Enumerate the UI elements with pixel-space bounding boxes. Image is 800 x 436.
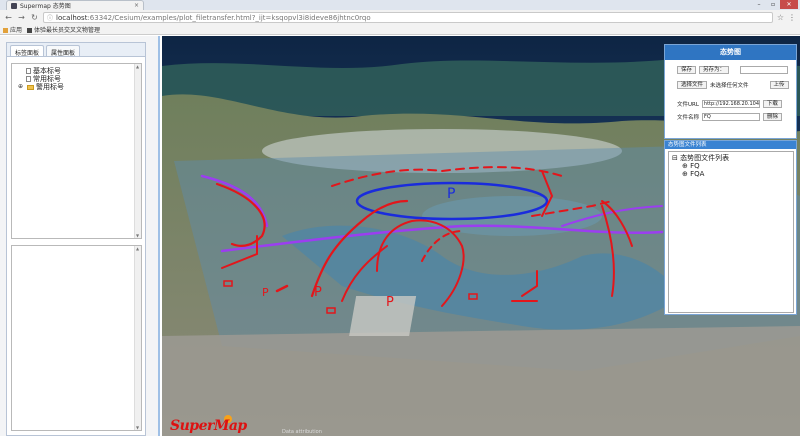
plot-label-p: P	[314, 285, 322, 300]
window-controls: – ▫ ✕	[752, 0, 798, 9]
bookmark-item[interactable]: 体验最长员交叉文物管理	[27, 25, 100, 34]
file-list-panel: 态势图文件列表 ⊟ 态势图文件列表 ⊕ FQ ⊕ FQA	[664, 140, 797, 315]
file-list-item-fqa[interactable]: ⊕ FQA	[672, 170, 790, 178]
bookmarks-bar: 应用 体验最长员交叉文物管理	[0, 25, 800, 35]
address-bar[interactable]: ⓘ localhost:63342/Cesium/examples/plot_f…	[43, 12, 773, 23]
tab-title: Supermap 态势图	[20, 3, 71, 10]
save-as-button[interactable]: 另存为：	[699, 66, 730, 74]
tree-item-label: 常用标号	[33, 75, 61, 83]
page-info-icon[interactable]: ⓘ	[47, 13, 53, 22]
file-list-item-fq[interactable]: ⊕ FQ	[672, 162, 790, 170]
supermap-logo: SuperMap	[170, 418, 247, 434]
symbol-detail-scrollbar[interactable]	[134, 246, 141, 430]
symbol-panel: 标签面板 属性面板 基本标号 常用标号 ⊕ 警用标号	[6, 42, 146, 436]
no-file-text: 未选择任何文件	[710, 83, 749, 89]
situation-dialog: 态势图 保存 另存为： 选择文件 未选择任何文件 上传 文件URL http:/…	[664, 44, 797, 139]
left-panel: 标签面板 属性面板 基本标号 常用标号 ⊕ 警用标号	[0, 36, 160, 436]
url-host: localhost	[56, 13, 88, 22]
plot-label-p: P	[262, 286, 269, 299]
file-name-label: 文件名称	[677, 115, 700, 121]
save-button[interactable]: 保存	[677, 66, 697, 74]
port-area	[349, 296, 417, 336]
browser-titlebar: Supermap 态势图 × – ▫ ✕	[0, 0, 800, 10]
left-panel-tabs: 标签面板 属性面板	[7, 43, 145, 57]
file-list-root[interactable]: ⊟ 态势图文件列表	[672, 154, 790, 162]
file-url-input[interactable]: http://192.168.20.104:8080	[701, 100, 760, 108]
forward-icon[interactable]: →	[17, 13, 26, 22]
filename-row: 文件名称 FQ 删除	[677, 113, 783, 121]
file-url-label: 文件URL	[677, 102, 699, 108]
tab-close-icon[interactable]: ×	[134, 2, 139, 9]
back-icon[interactable]: ←	[4, 13, 13, 22]
file-list-tree: ⊟ 态势图文件列表 ⊕ FQ ⊕ FQA	[668, 151, 794, 313]
tab-symbol-panel[interactable]: 标签面板	[10, 45, 45, 57]
save-as-input[interactable]	[740, 66, 789, 74]
file-name-input[interactable]: FQ	[702, 113, 761, 121]
symbol-detail-box	[11, 245, 142, 431]
page-favicon-icon	[11, 2, 17, 9]
tree-item-basic[interactable]: 基本标号	[18, 67, 141, 75]
minimize-icon[interactable]: –	[752, 0, 766, 9]
document-icon	[26, 76, 31, 82]
bookmark-icon	[27, 28, 33, 33]
tree-item-label: 警用标号	[36, 83, 64, 91]
upload-row: 选择文件 未选择任何文件 上传	[677, 81, 789, 89]
file-list-item-label: FQA	[690, 170, 705, 178]
file-list-item-label: FQ	[690, 162, 700, 170]
url-text: localhost:63342/Cesium/examples/plot_fil…	[56, 14, 371, 22]
upload-button[interactable]: 上传	[769, 81, 789, 89]
choose-file-button[interactable]: 选择文件	[677, 81, 708, 89]
tab-attribute-panel[interactable]: 属性面板	[46, 45, 81, 57]
expand-icon[interactable]: ⊕	[682, 170, 688, 178]
tree-item-police[interactable]: ⊕ 警用标号	[18, 83, 141, 91]
plot-label-p: P	[447, 186, 455, 202]
collapse-icon[interactable]: ⊟	[672, 154, 678, 162]
bookmark-item-label: 体验最长员交叉文物管理	[34, 27, 101, 34]
maximize-icon[interactable]: ▫	[766, 0, 780, 9]
url-path: :63342/Cesium/examples/plot_filetransfer…	[87, 13, 371, 22]
expand-icon[interactable]: ⊕	[682, 162, 688, 170]
tree-item-label: 基本标号	[33, 67, 61, 75]
bookmark-apps[interactable]: 应用	[3, 25, 22, 34]
symbol-tree: 基本标号 常用标号 ⊕ 警用标号	[11, 63, 142, 239]
reload-icon[interactable]: ↻	[30, 13, 39, 22]
plot-label-p: P	[386, 295, 394, 310]
tree-item-common[interactable]: 常用标号	[18, 75, 141, 83]
url-row: 文件URL http://192.168.20.104:8080 下载	[677, 100, 782, 108]
dialog-title: 态势图	[665, 45, 796, 60]
apps-icon	[3, 28, 8, 33]
expand-icon[interactable]: ⊕	[18, 83, 25, 91]
file-list-root-label: 态势图文件列表	[680, 154, 730, 162]
bookmark-apps-label: 应用	[10, 27, 23, 34]
folder-icon	[27, 84, 34, 90]
document-icon	[26, 68, 31, 74]
delete-button[interactable]: 删除	[763, 113, 783, 121]
file-list-header: 态势图文件列表	[665, 141, 796, 149]
bookmark-star-icon[interactable]: ☆	[777, 13, 784, 22]
browser-menu-icon[interactable]: ⋮	[788, 13, 796, 22]
browser-toolbar: ← → ↻ ⓘ localhost:63342/Cesium/examples/…	[0, 10, 800, 25]
browser-tab[interactable]: Supermap 态势图 ×	[6, 0, 144, 10]
urban-foreground	[162, 326, 800, 436]
download-button[interactable]: 下载	[762, 100, 782, 108]
data-attribution[interactable]: Data attribution	[282, 429, 322, 435]
save-row: 保存 另存为：	[677, 66, 789, 74]
close-window-icon[interactable]: ✕	[780, 0, 798, 9]
symbol-tree-scrollbar[interactable]	[134, 64, 141, 238]
